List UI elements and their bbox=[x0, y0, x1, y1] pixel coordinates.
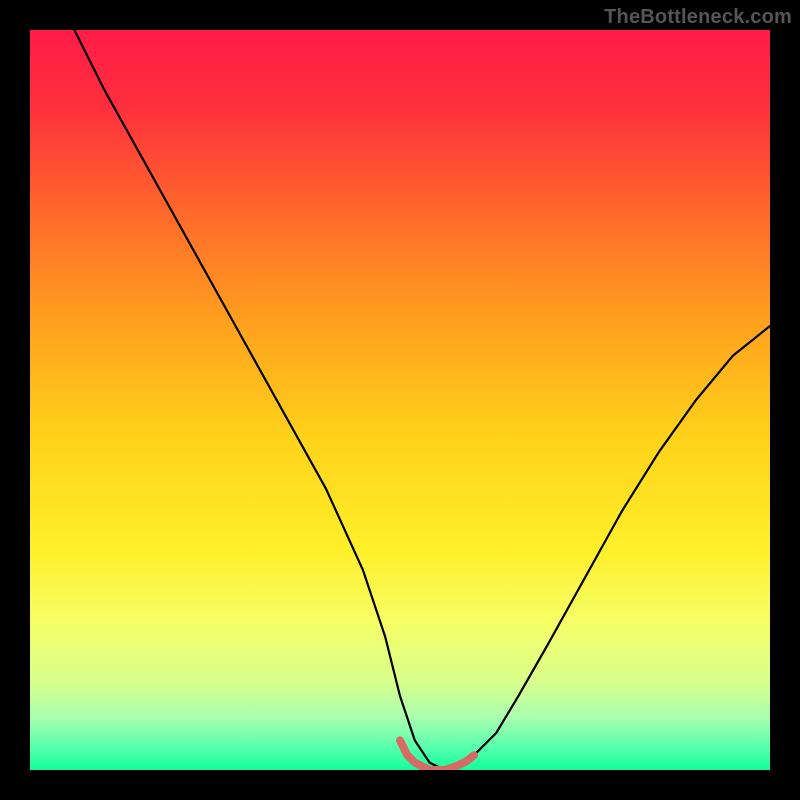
gradient-background bbox=[30, 30, 770, 770]
chart-frame: TheBottleneck.com bbox=[0, 0, 800, 800]
plot-svg bbox=[30, 30, 770, 770]
plot-area bbox=[30, 30, 770, 770]
watermark-text: TheBottleneck.com bbox=[604, 6, 792, 29]
